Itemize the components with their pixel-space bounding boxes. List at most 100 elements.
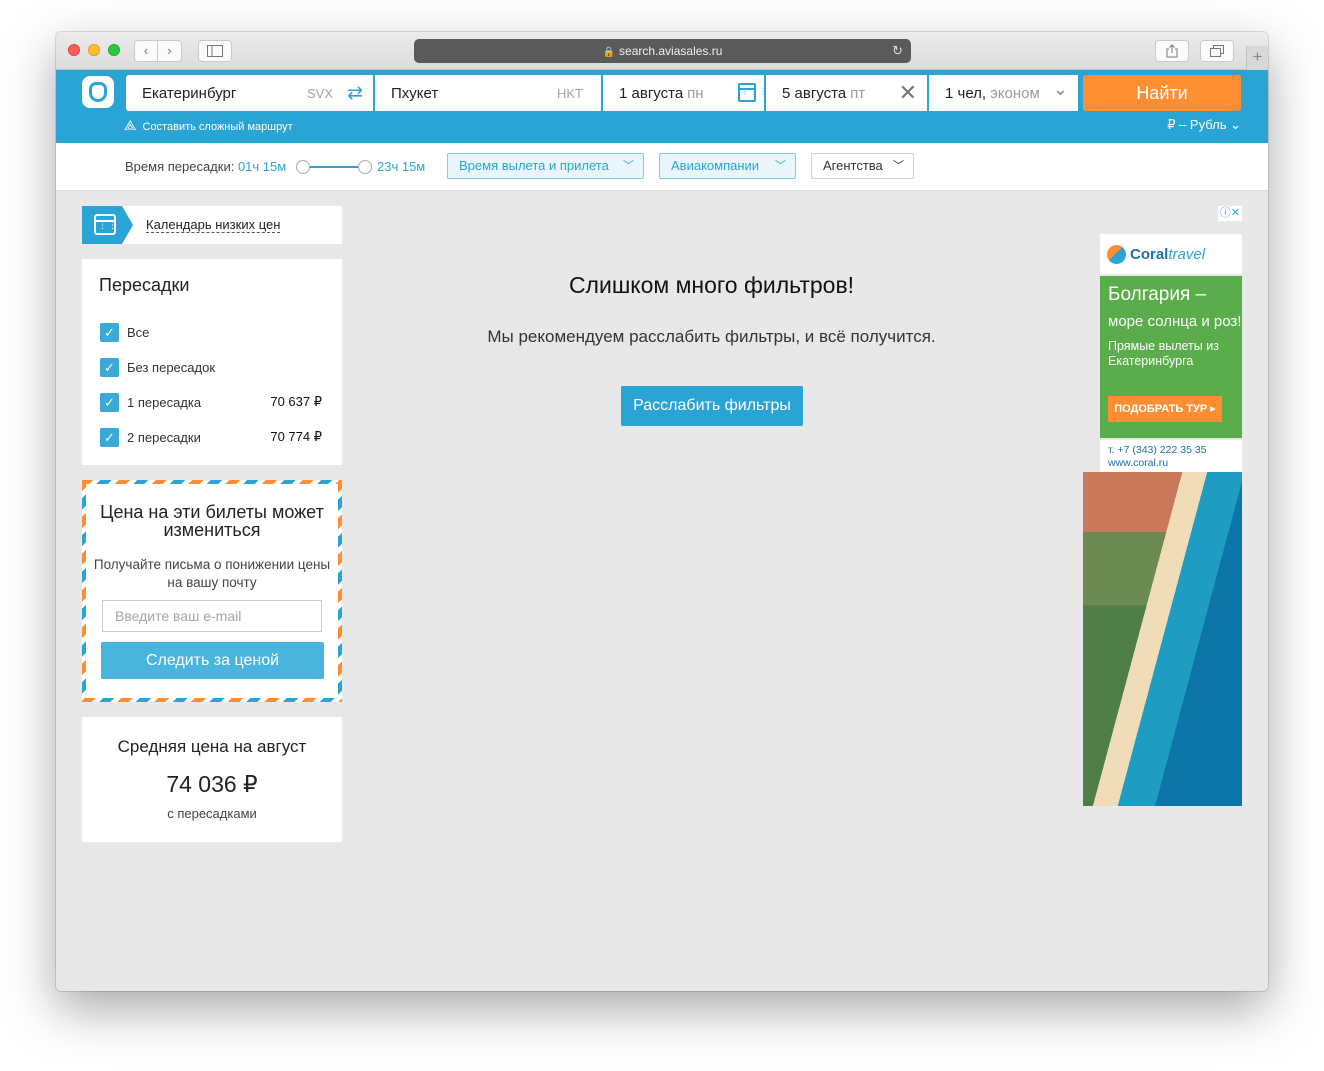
departure-arrival-label: Время вылета и прилета <box>459 158 609 173</box>
subscribe-title: Цена на эти билеты может измениться <box>100 502 324 540</box>
track-price-button[interactable]: Следить за ценой <box>101 642 324 679</box>
average-price-subtitle: с пересадками <box>167 806 257 821</box>
currency-label: ₽ – Рубль <box>1167 117 1227 132</box>
airlines-label: Авиакомпании <box>671 158 760 173</box>
reload-icon[interactable]: ↻ <box>892 39 903 63</box>
stop-option-one[interactable]: ✓ 1 пересадка 70 637 ₽ <box>100 393 322 413</box>
slider-min-handle[interactable] <box>296 160 310 174</box>
browser-window: ‹ › 🔒 search.aviasales.ru ↻ + Екатеринбу… <box>56 32 1268 991</box>
back-button[interactable]: ‹ <box>134 40 158 62</box>
close-window-button[interactable] <box>68 44 80 56</box>
lock-icon: 🔒 <box>602 47 616 58</box>
complex-route-link[interactable]: ⟁ Составить сложный маршрут <box>124 117 293 134</box>
route-icon: ⟁ <box>124 117 137 133</box>
currency-selector[interactable]: ₽ – Рубль ⌄ <box>1167 117 1241 133</box>
checkbox-checked-icon[interactable]: ✓ <box>100 358 119 377</box>
share-button[interactable] <box>1155 40 1189 62</box>
agencies-filter-button[interactable]: Агентства ﹀ <box>811 153 914 179</box>
calendar-icon <box>94 214 128 235</box>
destination-field[interactable]: Пхукет HKT <box>375 75 601 111</box>
ad-brand-suffix: travel <box>1168 245 1206 263</box>
chevron-down-icon: ﹀ <box>893 160 904 172</box>
destination-code: HKT <box>557 85 583 101</box>
average-price-value: 74 036 ₽ <box>166 771 258 797</box>
origin-city: Екатеринбург <box>142 84 237 102</box>
checkbox-checked-icon[interactable]: ✓ <box>100 428 119 447</box>
ad-banner[interactable]: ⓘ✕ Coraltravel Болгария – море солнца и … <box>1083 206 1242 806</box>
stop-label: Все <box>127 325 150 340</box>
transfer-time-label: Время пересадки: <box>125 159 235 174</box>
ad-brand-name: Coral <box>1130 245 1169 263</box>
browser-titlebar: ‹ › 🔒 search.aviasales.ru ↻ + <box>56 32 1268 70</box>
stop-label: Без пересадок <box>127 360 216 375</box>
stop-option-two[interactable]: ✓ 2 пересадки 70 774 ₽ <box>100 428 322 448</box>
checkbox-checked-icon[interactable]: ✓ <box>100 393 119 412</box>
stop-label: 1 пересадка <box>127 395 202 410</box>
subscribe-description: Получайте письма о понижении цены на ваш… <box>93 557 331 590</box>
ad-controls[interactable]: ⓘ✕ <box>1217 206 1242 221</box>
checkbox-checked-icon[interactable]: ✓ <box>100 323 119 342</box>
depart-date: 1 августа <box>619 84 684 102</box>
cabin-class: эконом <box>990 84 1040 102</box>
agencies-label: Агентства <box>823 158 883 173</box>
aviasales-logo[interactable] <box>82 76 114 108</box>
return-date-field[interactable]: 5 августа пт ✕ <box>766 75 927 111</box>
empty-state-title: Слишком много фильтров! <box>568 272 855 298</box>
ad-headline: Болгария – <box>1108 284 1207 305</box>
minimize-window-button[interactable] <box>88 44 100 56</box>
ad-cta-button[interactable]: ПОДОБРАТЬ ТУР ▸ <box>1108 396 1222 422</box>
calendar-flag <box>82 206 133 244</box>
filter-bar: Время пересадки: 01ч 15м 23ч 15м Время в… <box>56 143 1268 191</box>
clear-return-icon[interactable]: ✕ <box>899 80 917 106</box>
find-button[interactable]: Найти <box>1083 75 1241 111</box>
destination-city: Пхукет <box>391 84 439 102</box>
ad-logo: Coraltravel <box>1100 234 1242 274</box>
stop-option-direct[interactable]: ✓ Без пересадок <box>100 358 322 378</box>
passengers-field[interactable]: 1 чел, эконом ⌄ <box>929 75 1078 111</box>
email-field[interactable] <box>102 600 322 632</box>
url-text: search.aviasales.ru <box>619 44 723 58</box>
address-bar[interactable]: 🔒 search.aviasales.ru ↻ <box>414 39 911 63</box>
share-icon <box>1166 44 1178 58</box>
chevron-down-icon: ﹀ <box>623 160 634 172</box>
transfer-time-slider[interactable] <box>296 160 372 174</box>
slider-max-handle[interactable] <box>358 160 372 174</box>
low-price-calendar-link[interactable]: Календарь низких цен <box>82 206 342 244</box>
ad-phone: т. +7 (343) 222 35 35 <box>1108 444 1207 456</box>
calendar-label: Календарь низких цен <box>146 217 281 233</box>
passengers-count: 1 чел, <box>945 84 987 102</box>
return-weekday: пт <box>850 84 866 102</box>
forward-button[interactable]: › <box>158 40 182 62</box>
empty-state-text: Мы рекомендуем расслабить фильтры, и всё… <box>487 327 936 346</box>
calendar-icon[interactable] <box>738 83 768 102</box>
ad-site: www.coral.ru <box>1108 457 1169 469</box>
ad-contact: т. +7 (343) 222 35 35 www.coral.ru <box>1100 440 1242 472</box>
stops-title: Пересадки <box>99 275 190 295</box>
airlines-filter-button[interactable]: Авиакомпании ﹀ <box>659 153 796 179</box>
new-tab-button[interactable]: + <box>1246 46 1268 70</box>
origin-field[interactable]: Екатеринбург SVX ⇄ <box>126 75 373 111</box>
zoom-window-button[interactable] <box>108 44 120 56</box>
sidebar-toggle-button[interactable] <box>198 40 232 62</box>
return-date: 5 августа <box>782 84 847 102</box>
stop-option-all[interactable]: ✓ Все <box>100 323 322 343</box>
depart-weekday: пн <box>687 84 704 102</box>
complex-route-label: Составить сложный маршрут <box>142 121 293 133</box>
stop-label: 2 пересадки <box>127 430 201 445</box>
average-price-card: Средняя цена на август 74 036 ₽ с переса… <box>82 717 342 842</box>
ad-small-text: Прямые вылеты из Екатеринбурга <box>1108 339 1219 368</box>
tab-overview-button[interactable] <box>1200 40 1234 62</box>
chevron-down-icon: ⌄ <box>1230 117 1241 132</box>
ad-subline: море солнца и роз! <box>1108 313 1242 330</box>
swap-icon[interactable]: ⇄ <box>347 82 363 105</box>
stop-price: 70 637 ₽ <box>270 394 322 409</box>
average-price-title: Средняя цена на август <box>117 737 307 756</box>
chevron-down-icon: ﹀ <box>775 160 786 172</box>
relax-filters-button[interactable]: Расслабить фильтры <box>621 386 803 426</box>
stops-filter-card: Пересадки ✓ Все ✓ Без пересадок ✓ 1 пере… <box>82 259 342 465</box>
transfer-time-filter: Время пересадки: 01ч 15м <box>125 159 286 174</box>
departure-arrival-filter-button[interactable]: Время вылета и прилета ﹀ <box>447 153 644 179</box>
transfer-time-max: 23ч 15м <box>377 159 426 174</box>
depart-date-field[interactable]: 1 августа пн <box>603 75 768 111</box>
stop-price: 70 774 ₽ <box>270 429 322 444</box>
